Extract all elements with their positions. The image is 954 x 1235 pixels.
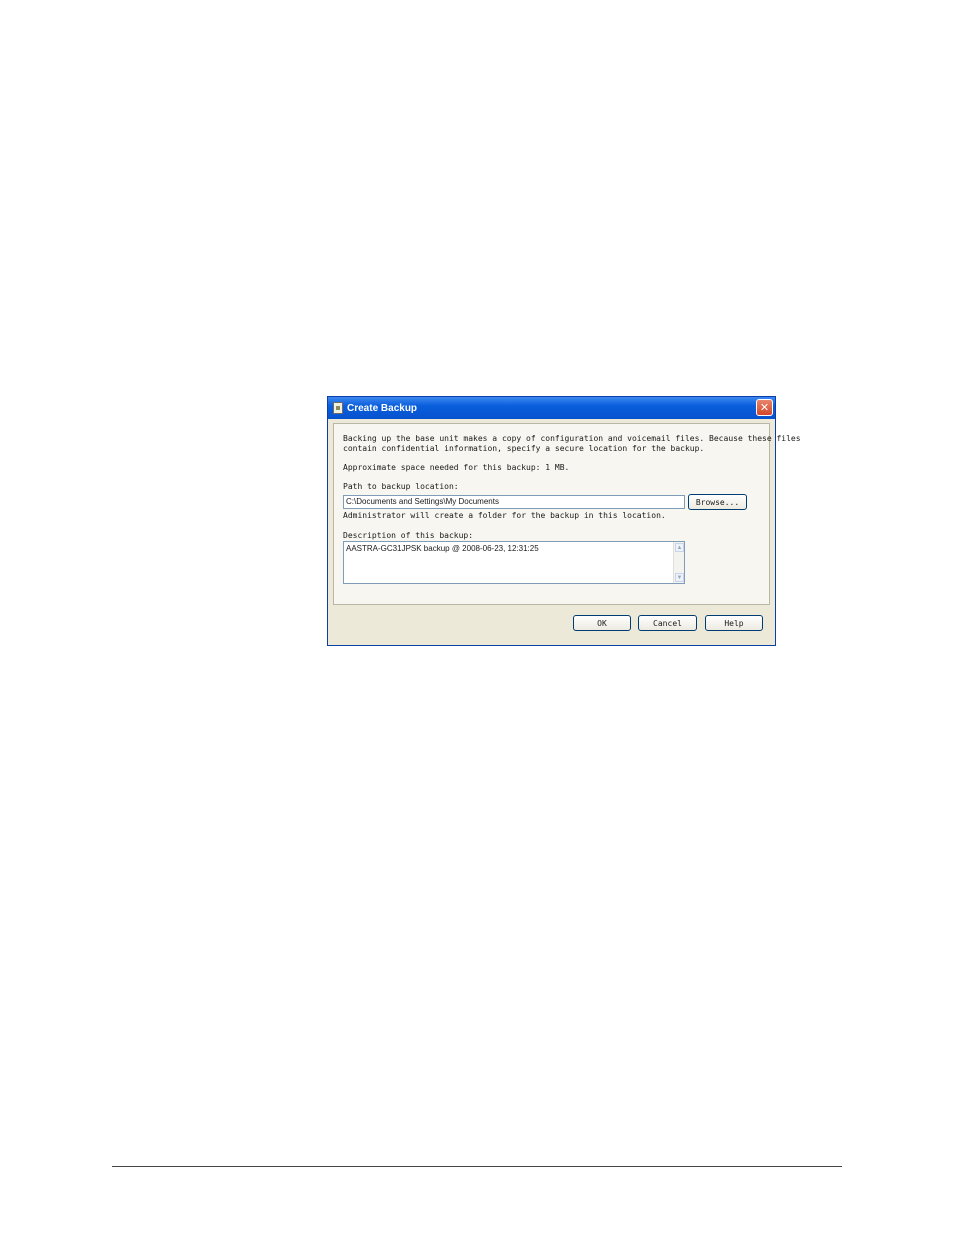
page-footer-rule xyxy=(112,1166,842,1167)
description-textarea[interactable]: AASTRA-GC31JPSK backup @ 2008-06-23, 12:… xyxy=(343,541,685,584)
create-backup-dialog: Create Backup ✕ Backing up the base unit… xyxy=(327,396,801,646)
dialog-title: Create Backup xyxy=(347,402,418,414)
content-panel: Backing up the base unit makes a copy of… xyxy=(333,423,801,605)
intro-text-line-1: Backing up the base unit makes a copy of… xyxy=(343,434,801,443)
cancel-button[interactable]: Cancel xyxy=(638,615,697,631)
description-scrollbar[interactable]: ▲ ▼ xyxy=(673,542,684,583)
scroll-down-icon[interactable]: ▼ xyxy=(675,573,684,582)
close-icon: ✕ xyxy=(759,401,770,414)
description-text: AASTRA-GC31JPSK backup @ 2008-06-23, 12:… xyxy=(346,544,539,553)
help-button[interactable]: Help xyxy=(705,615,763,631)
backup-document-icon xyxy=(333,402,343,414)
description-label: Description of this backup: xyxy=(343,531,474,540)
ok-button[interactable]: OK xyxy=(573,615,631,631)
title-bar[interactable]: Create Backup ✕ xyxy=(328,397,775,419)
browse-button[interactable]: Browse... xyxy=(688,494,747,510)
backup-path-input[interactable]: C:\Documents and Settings\My Documents xyxy=(343,495,685,509)
close-button[interactable]: ✕ xyxy=(756,399,773,416)
space-needed-text: Approximate space needed for this backup… xyxy=(343,463,570,472)
path-hint-text: Administrator will create a folder for t… xyxy=(343,511,666,520)
intro-text-line-2: contain confidential information, specif… xyxy=(343,444,705,453)
scroll-up-icon[interactable]: ▲ xyxy=(675,543,684,552)
path-label: Path to backup location: xyxy=(343,482,459,491)
